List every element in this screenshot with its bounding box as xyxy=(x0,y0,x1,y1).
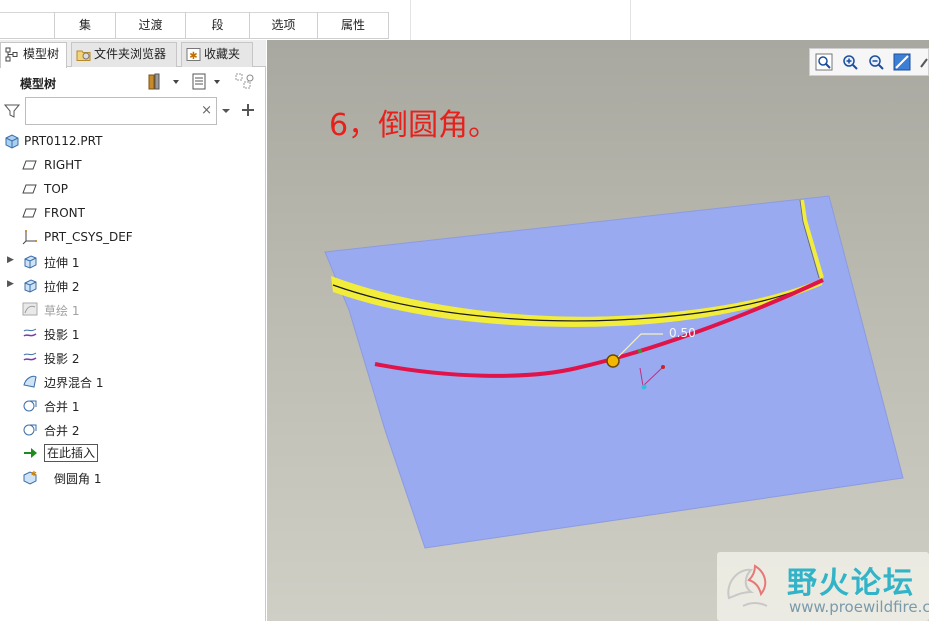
tree-item-label: TOP xyxy=(44,182,69,196)
model-tree-header: 模型树 xyxy=(0,68,266,96)
tree-item[interactable]: PRT_CSYS_DEF xyxy=(0,226,266,248)
repaint-icon[interactable] xyxy=(893,53,911,71)
navigator-panel: 模型树 文件夹浏览器 ✱ 收藏夹 模型树 × PRT0112.PRT RIGHT… xyxy=(0,40,266,621)
tree-item-label: 拉伸 2 xyxy=(44,280,80,294)
tree-item[interactable]: 合并 2 xyxy=(0,418,266,440)
ribbon-group-options[interactable]: 选项 xyxy=(249,12,317,39)
zoom-out-icon[interactable] xyxy=(867,53,885,71)
tree-item[interactable]: ✱ 倒圆角 1 xyxy=(0,466,266,488)
ribbon-divider xyxy=(630,0,631,40)
svg-text:✱: ✱ xyxy=(31,470,37,478)
filter-settings-icon[interactable] xyxy=(234,72,258,92)
ribbon-bar: 集 过渡 段 选项 属性 xyxy=(0,0,929,40)
tree-item[interactable]: RIGHT xyxy=(0,154,266,176)
tree-item[interactable]: PRT0112.PRT xyxy=(0,130,266,152)
search-input[interactable]: × xyxy=(25,97,217,125)
tree-item-label: 倒圆角 1 xyxy=(54,472,102,486)
tree-item[interactable]: 草绘 1 xyxy=(0,298,266,320)
tree-item[interactable]: TOP xyxy=(0,178,266,200)
model-tree-title: 模型树 xyxy=(20,77,57,91)
csys-icon xyxy=(22,230,37,245)
tree-item[interactable]: 在此插入 xyxy=(0,442,266,464)
ribbon-group-set[interactable]: 集 xyxy=(54,12,115,39)
view-toolbar xyxy=(809,48,929,76)
forum-watermark: 野火论坛 www.proewildfire.cn xyxy=(717,552,929,621)
folder-browser-icon xyxy=(76,50,91,61)
merge-icon xyxy=(23,400,37,412)
tree-item[interactable]: 边界混合 1 xyxy=(0,370,266,392)
triad-red-point xyxy=(661,365,665,369)
expand-arrow-icon[interactable]: ▶ xyxy=(7,279,14,289)
add-filter-icon[interactable] xyxy=(241,103,255,117)
triad-cyan-point xyxy=(641,384,647,390)
settings-tools-icon[interactable] xyxy=(146,72,182,92)
project-icon xyxy=(23,328,37,337)
tree-item-label: 在此插入 xyxy=(44,444,99,462)
tree-item-label: 拉伸 1 xyxy=(44,256,80,270)
tree-item-label: 边界混合 1 xyxy=(44,376,104,390)
tree-item[interactable]: FRONT xyxy=(0,202,266,224)
boundary-blend-icon xyxy=(23,375,37,388)
tab-favorites[interactable]: ✱ 收藏夹 xyxy=(181,42,253,67)
tree-item-label: 投影 2 xyxy=(44,352,80,366)
filter-funnel-icon[interactable] xyxy=(4,103,20,119)
more-tools-icon[interactable] xyxy=(919,53,929,71)
favorites-icon: ✱ xyxy=(186,48,201,62)
tab-model-tree[interactable]: 模型树 xyxy=(0,42,67,68)
model-tree-icon xyxy=(5,47,18,62)
watermark-url: www.proewildfire.cn xyxy=(789,598,929,616)
ribbon-group-properties[interactable]: 属性 xyxy=(317,12,389,39)
tree-item[interactable]: ▶ 拉伸 2 xyxy=(0,274,266,296)
tree-filter: × xyxy=(0,97,266,127)
datum-plane-icon xyxy=(22,184,37,194)
graphics-window[interactable]: 0.50 6，倒圆角。 野火论坛 www.proewildfire.cn xyxy=(267,40,929,621)
zoom-in-icon[interactable] xyxy=(841,53,859,71)
svg-text:✱: ✱ xyxy=(189,51,197,62)
triad-green-point xyxy=(638,349,642,353)
step-caption: 6，倒圆角。 xyxy=(329,108,499,143)
tree-item[interactable]: 投影 2 xyxy=(0,346,266,368)
datum-plane-icon xyxy=(22,208,37,218)
round-icon: ✱ xyxy=(23,470,37,485)
insert-here-arrow-icon xyxy=(24,448,37,458)
navigator-tabs: 模型树 文件夹浏览器 ✱ 收藏夹 xyxy=(0,40,266,68)
tab-model-tree-label: 模型树 xyxy=(23,47,60,61)
radius-drag-handle[interactable] xyxy=(606,354,620,368)
ribbon-group-transition[interactable]: 过渡 xyxy=(115,12,185,39)
tab-folder-browser-label: 文件夹浏览器 xyxy=(94,47,167,61)
sketch-icon xyxy=(22,302,38,316)
tree-item-label: PRT0112.PRT xyxy=(24,134,103,148)
chevron-down-icon[interactable] xyxy=(221,106,231,116)
tree-item[interactable]: 投影 1 xyxy=(0,322,266,344)
extrude-icon xyxy=(24,279,37,293)
tree-item-label: 合并 1 xyxy=(44,400,80,414)
watermark-forum-name: 野火论坛 xyxy=(787,566,915,601)
project-icon xyxy=(23,352,37,361)
tab-favorites-label: 收藏夹 xyxy=(204,47,241,61)
tree-item-label: 投影 1 xyxy=(44,328,80,342)
ribbon-divider xyxy=(410,0,411,40)
fillet-radius-dimension[interactable]: 0.50 xyxy=(669,326,696,340)
clear-search-icon[interactable]: × xyxy=(201,103,212,118)
merge-icon xyxy=(23,424,37,436)
datum-plane-icon xyxy=(22,160,37,170)
expand-arrow-icon[interactable]: ▶ xyxy=(7,255,14,265)
extrude-icon xyxy=(24,255,37,269)
tree-item-label: RIGHT xyxy=(44,158,82,172)
forum-logo-icon xyxy=(727,564,768,607)
tree-item-label: 合并 2 xyxy=(44,424,80,438)
tree-item[interactable]: 合并 1 xyxy=(0,394,266,416)
tree-item-label: FRONT xyxy=(44,206,85,220)
ribbon-group-segment[interactable]: 段 xyxy=(185,12,249,39)
part-icon xyxy=(5,134,19,149)
tree-item-label: 草绘 1 xyxy=(44,304,80,318)
show-list-icon[interactable] xyxy=(190,72,226,92)
refit-icon[interactable] xyxy=(815,53,833,71)
tree-item[interactable]: ▶ 拉伸 1 xyxy=(0,250,266,272)
tree-item-label: PRT_CSYS_DEF xyxy=(44,230,133,244)
tab-folder-browser[interactable]: 文件夹浏览器 xyxy=(71,42,177,67)
